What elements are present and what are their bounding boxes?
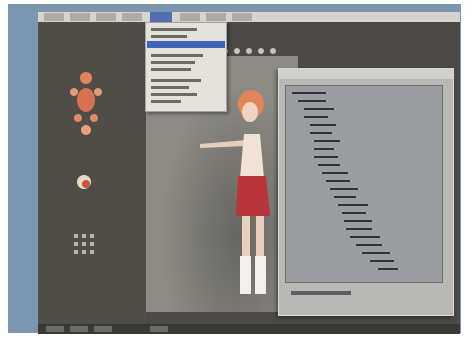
character-arm [200, 140, 246, 148]
open-menu-dropdown [145, 22, 227, 112]
taskbar-button-1[interactable] [46, 326, 64, 332]
toolbar-button-5[interactable] [270, 48, 276, 54]
dropdown-item-8[interactable] [151, 86, 189, 89]
monitor-bezel [8, 4, 461, 334]
taskbar-button-3[interactable] [94, 326, 112, 332]
dropdown-item-7[interactable] [151, 79, 201, 82]
dropdown-item-5[interactable] [151, 61, 195, 64]
tree-node[interactable] [346, 228, 372, 230]
menu-item-8[interactable] [232, 13, 252, 21]
tree-node[interactable] [330, 188, 358, 190]
menu-item-1[interactable] [44, 13, 64, 21]
tree-node[interactable] [334, 196, 356, 198]
menu-bar [38, 12, 460, 22]
character-face [242, 102, 258, 122]
dropdown-item-highlighted[interactable] [147, 41, 225, 48]
grid-icon[interactable] [74, 234, 94, 254]
hierarchy-window [278, 68, 454, 316]
tree-node[interactable] [314, 148, 334, 150]
tree-node[interactable] [342, 212, 366, 214]
head-icon[interactable] [77, 175, 91, 189]
menu-item-open[interactable] [150, 12, 172, 22]
tree-node[interactable] [318, 164, 340, 166]
tree-node[interactable] [370, 260, 394, 262]
figure-selector-panel [38, 22, 146, 334]
photo-frame [0, 0, 472, 338]
menu-item-3[interactable] [96, 13, 116, 21]
taskbar-button-2[interactable] [70, 326, 88, 332]
dropdown-item-6[interactable] [151, 68, 191, 71]
tree-node[interactable] [326, 180, 350, 182]
tree-node[interactable] [344, 220, 372, 222]
tree-node[interactable] [356, 244, 382, 246]
tree-node[interactable] [314, 140, 340, 142]
tree-node[interactable] [310, 124, 336, 126]
tree-node[interactable] [292, 92, 326, 94]
character-right-boot [255, 256, 266, 294]
tree-node[interactable] [298, 100, 326, 102]
hierarchy-tree[interactable] [285, 85, 443, 283]
menu-item-4[interactable] [122, 13, 142, 21]
figure-selector-graphics [70, 72, 102, 254]
toolbar-button-2[interactable] [234, 48, 240, 54]
taskbar [38, 324, 460, 334]
dropdown-item-4[interactable] [151, 54, 203, 57]
dropdown-item-10[interactable] [151, 100, 181, 103]
tree-node[interactable] [314, 156, 338, 158]
toolbar-button-3[interactable] [246, 48, 252, 54]
character-right-leg [256, 216, 264, 258]
character-left-leg [242, 216, 250, 258]
dropdown-item-2[interactable] [151, 35, 187, 38]
application-screen [38, 12, 460, 334]
tree-node[interactable] [304, 116, 328, 118]
taskbar-button-4[interactable] [150, 326, 168, 332]
hierarchy-window-titlebar[interactable] [279, 69, 453, 79]
menu-item-6[interactable] [180, 13, 200, 21]
character-outfit [236, 176, 270, 216]
dropdown-item-1[interactable] [151, 28, 197, 31]
menu-item-7[interactable] [206, 13, 226, 21]
tree-node[interactable] [322, 172, 348, 174]
tree-node[interactable] [362, 252, 390, 254]
menu-item-2[interactable] [70, 13, 90, 21]
tree-node[interactable] [310, 132, 332, 134]
hierarchy-window-footer [291, 291, 351, 295]
tree-node[interactable] [378, 268, 398, 270]
character-top [240, 134, 264, 178]
character-left-boot [240, 256, 251, 294]
body-figure-icon[interactable] [70, 72, 102, 135]
tree-node[interactable] [304, 108, 334, 110]
dropdown-item-9[interactable] [151, 93, 197, 96]
tree-node[interactable] [350, 236, 380, 238]
tree-node[interactable] [338, 204, 368, 206]
toolbar-button-4[interactable] [258, 48, 264, 54]
